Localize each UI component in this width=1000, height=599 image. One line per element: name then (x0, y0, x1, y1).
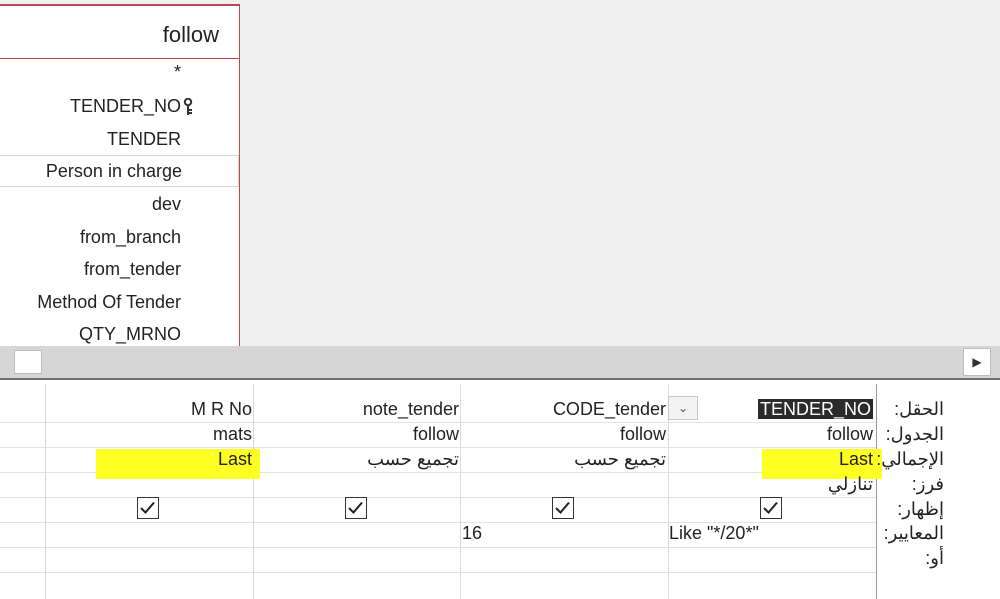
row-divider (0, 422, 876, 423)
field-cell-value[interactable]: TENDER_NO (757, 399, 873, 419)
row-label-field: الحقل: (894, 399, 944, 419)
table-field-list[interactable]: follow * TENDER_NO TENDER Person in char… (0, 4, 240, 346)
triangle-right-icon: ▶ (972, 355, 982, 369)
field-cell[interactable]: TENDER_NO (757, 399, 873, 420)
criteria-cell[interactable]: Like "*/20*" (669, 523, 759, 544)
table-design-pane: follow * TENDER_NO TENDER Person in char… (0, 0, 1000, 346)
row-divider (0, 547, 876, 548)
column-divider (253, 384, 254, 599)
table-cell[interactable]: follow (413, 424, 459, 445)
show-checkbox[interactable] (345, 497, 367, 519)
total-cell[interactable]: Last (839, 449, 873, 470)
labels-divider (876, 384, 877, 599)
table-cell[interactable]: follow (620, 424, 666, 445)
field-dropdown-button[interactable]: ⌄ (668, 396, 698, 420)
field-list-item-all[interactable]: * (174, 62, 181, 83)
field-list-item-tender[interactable]: TENDER (107, 129, 181, 150)
row-divider (0, 447, 876, 448)
primary-key-icon (183, 98, 193, 115)
field-list-item-method-of-tender[interactable]: Method Of Tender (37, 292, 181, 313)
chevron-down-icon: ⌄ (677, 401, 689, 415)
column-divider (460, 384, 461, 599)
row-label-criteria: المعايير: (883, 523, 944, 543)
table-title: follow (162, 22, 219, 47)
field-list-item-person-in-charge[interactable]: Person in charge (0, 155, 239, 187)
table-cell[interactable]: follow (827, 424, 873, 445)
field-list-item-dev[interactable]: dev (152, 194, 181, 215)
checkmark-icon (348, 501, 363, 514)
row-divider (0, 572, 876, 573)
field-cell[interactable]: CODE_tender (553, 399, 666, 420)
show-checkbox[interactable] (760, 497, 782, 519)
scroll-right-button[interactable]: ▶ (963, 348, 991, 376)
row-label-or: أو: (925, 548, 944, 568)
checkmark-icon (555, 501, 570, 514)
checkmark-icon (140, 501, 155, 514)
field-cell[interactable]: note_tender (363, 399, 459, 420)
table-title-divider (0, 58, 239, 59)
field-cell[interactable]: M R No (191, 399, 252, 420)
column-divider (45, 384, 46, 599)
criteria-cell[interactable]: 16 (462, 523, 482, 544)
horizontal-scrollbar[interactable] (0, 346, 1000, 378)
show-checkbox[interactable] (552, 497, 574, 519)
scrollbar-thumb[interactable] (14, 350, 42, 374)
row-divider (0, 497, 876, 498)
table-cell[interactable]: mats (213, 424, 252, 445)
row-label-show: إظهار: (897, 499, 944, 519)
field-list-item-qty-mrno[interactable]: QTY_MRNO (79, 324, 181, 345)
field-list-item-tender-no[interactable]: TENDER_NO (70, 96, 181, 117)
total-cell[interactable]: Last (218, 449, 252, 470)
row-label-sort: فرز: (911, 474, 944, 494)
row-label-total: الإجمالي: (876, 449, 944, 469)
field-list-item-from-tender[interactable]: from_tender (84, 259, 181, 280)
show-checkbox[interactable] (137, 497, 159, 519)
sort-cell[interactable]: تنازلي (828, 474, 873, 495)
field-list-item-from-branch[interactable]: from_branch (80, 227, 181, 248)
checkmark-icon (763, 501, 778, 514)
total-cell[interactable]: تجميع حسب (574, 449, 666, 470)
row-label-table: الجدول: (885, 424, 944, 444)
total-cell[interactable]: تجميع حسب (367, 449, 459, 470)
